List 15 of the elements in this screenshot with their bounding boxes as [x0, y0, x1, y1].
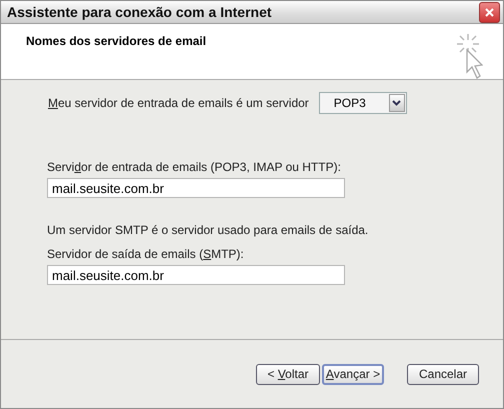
- server-type-label: Meu servidor de entrada de emails é um servidor: [48, 96, 309, 110]
- wizard-button[interactable]: Avançar >: [322, 364, 384, 384]
- incoming-server-label: Servidor de entrada de emails (POP3, IMAP ou HTTP):: [47, 160, 342, 174]
- wizard-button[interactable]: < Voltar: [256, 364, 320, 384]
- close-icon: [484, 6, 495, 18]
- close-button[interactable]: [479, 2, 500, 22]
- window-title: Assistente para conexão com a Internet: [7, 4, 272, 20]
- page-title: Nomes dos servidores de email: [26, 34, 206, 50]
- outgoing-server-field[interactable]: mail.seusite.com.br: [47, 265, 345, 285]
- smtp-note: Um servidor SMTP é o servidor usado para emails de saída.: [47, 223, 370, 237]
- wizard-button[interactable]: Cancelar: [407, 364, 479, 384]
- outgoing-server-label: Servidor de saída de emails (SMTP):: [47, 247, 245, 261]
- caret-icon: [392, 100, 402, 106]
- server-type-dropdown[interactable]: POP3: [318, 92, 407, 114]
- incoming-server-field[interactable]: mail.seusite.com.br: [47, 178, 345, 198]
